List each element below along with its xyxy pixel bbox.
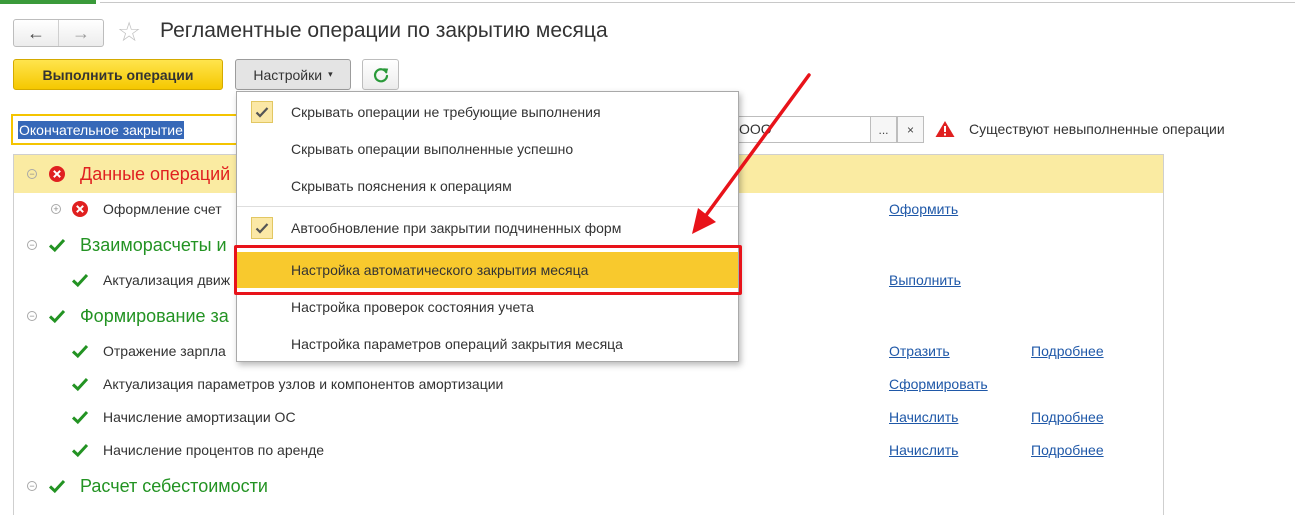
menu-item-hide-not-required[interactable]: Скрывать операции не требующие выполнени…	[237, 94, 738, 130]
warning-icon	[935, 121, 955, 137]
error-status-icon	[47, 164, 67, 184]
collapse-toggle-icon[interactable]: −	[27, 240, 37, 250]
menu-item-label: Настройка проверок состояния учета	[291, 299, 534, 315]
menu-item-label: Скрывать пояснения к операциям	[291, 178, 512, 194]
ok-check-icon	[47, 306, 67, 326]
ok-check-icon	[70, 374, 90, 394]
ok-check-icon	[70, 440, 90, 460]
menu-item-label: Скрывать операции выполненные успешно	[291, 141, 574, 157]
organization-clear-button[interactable]: ×	[897, 116, 924, 143]
favorite-star-icon[interactable]: ☆	[117, 17, 141, 47]
menu-item-label: Настройка параметров операций закрытия м…	[291, 336, 623, 352]
tree-group-label: Формирование за	[80, 306, 229, 326]
run-operations-button[interactable]: Выполнить операции	[13, 59, 223, 90]
period-type-value: Окончательное закрытие	[18, 121, 184, 139]
back-button[interactable]: ←	[14, 20, 58, 46]
menu-item-label: Скрывать операции не требующие выполнени…	[291, 104, 601, 120]
ok-check-icon	[70, 407, 90, 427]
tree-item-label: Актуализация движ	[103, 272, 231, 288]
collapse-toggle-icon[interactable]: −	[27, 169, 37, 179]
action-link[interactable]: Начислить	[889, 442, 958, 458]
collapse-toggle-icon[interactable]: −	[27, 481, 37, 491]
tree-item-label: Начисление процентов по аренде	[103, 442, 325, 458]
settings-button-label: Настройки	[253, 66, 323, 83]
action-link[interactable]: Оформить	[889, 201, 958, 217]
tree-item-row[interactable]: Начисление амортизации ОС Начислить Подр…	[14, 405, 1163, 429]
forward-arrow-icon: →	[72, 22, 90, 43]
menu-item-operation-parameters[interactable]: Настройка параметров операций закрытия м…	[237, 326, 738, 362]
tree-item-row[interactable]: Начисление процентов по аренде Начислить…	[14, 438, 1163, 462]
refresh-icon	[373, 67, 388, 82]
settings-dropdown-menu: Скрывать операции не требующие выполнени…	[236, 91, 739, 362]
top-separator	[0, 0, 1295, 6]
action-link[interactable]: Начислить	[889, 409, 958, 425]
tree-group-row[interactable]: − Расчет себестоимости	[14, 474, 1163, 498]
tree-group-label: Расчет себестоимости	[80, 476, 268, 496]
error-status-icon	[70, 199, 90, 219]
menu-separator	[237, 206, 738, 207]
action-link[interactable]: Отразить	[889, 343, 950, 359]
highlight-annotation-box	[234, 245, 742, 295]
navigation-buttons: ← →	[13, 19, 104, 47]
organization-select-button[interactable]: ...	[870, 116, 897, 143]
back-arrow-icon: ←	[27, 22, 45, 43]
tree-item-row[interactable]: Актуализация параметров узлов и компонен…	[14, 372, 1163, 396]
checked-checkbox	[251, 101, 273, 123]
details-link[interactable]: Подробнее	[1031, 442, 1104, 458]
tree-item-label: Отражение зарпла	[103, 343, 226, 359]
ok-check-icon	[70, 341, 90, 361]
ok-check-icon	[47, 476, 67, 496]
settings-button[interactable]: Настройки ▾	[235, 59, 351, 90]
tree-item-label: Начисление амортизации ОС	[103, 409, 296, 425]
page-title: Регламентные операции по закрытию месяца	[160, 19, 608, 42]
organization-field[interactable]: ООО	[738, 116, 870, 143]
expand-toggle-icon[interactable]: +	[51, 204, 61, 214]
checkmark-icon	[255, 107, 269, 118]
collapse-toggle-icon[interactable]: −	[27, 311, 37, 321]
tree-item-label: Актуализация параметров узлов и компонен…	[103, 376, 504, 392]
details-link[interactable]: Подробнее	[1031, 343, 1104, 359]
ok-check-icon	[70, 270, 90, 290]
menu-item-hide-successful[interactable]: Скрывать операции выполненные успешно	[237, 131, 738, 167]
organization-value: ООО	[739, 121, 772, 137]
refresh-button[interactable]	[362, 59, 399, 90]
dropdown-arrow-icon: ▾	[328, 69, 333, 79]
ok-check-icon	[47, 235, 67, 255]
tree-group-label: Данные операций	[80, 164, 231, 184]
warning-text: Существуют невыполненные операции	[969, 121, 1225, 137]
menu-item-autoupdate[interactable]: Автообновление при закрытии подчиненных …	[237, 210, 738, 246]
forward-button[interactable]: →	[58, 20, 103, 46]
period-type-field[interactable]: Окончательное закрытие	[11, 114, 241, 145]
checked-checkbox	[251, 217, 273, 239]
tree-item-label: Оформление счет	[103, 201, 222, 217]
action-link[interactable]: Выполнить	[889, 272, 961, 288]
details-link[interactable]: Подробнее	[1031, 409, 1104, 425]
action-link[interactable]: Сформировать	[889, 376, 988, 392]
tree-group-label: Взаиморасчеты и	[80, 235, 227, 255]
menu-item-hide-explanations[interactable]: Скрывать пояснения к операциям	[237, 168, 738, 204]
menu-item-label: Автообновление при закрытии подчиненных …	[291, 220, 622, 236]
checkmark-icon	[255, 223, 269, 234]
